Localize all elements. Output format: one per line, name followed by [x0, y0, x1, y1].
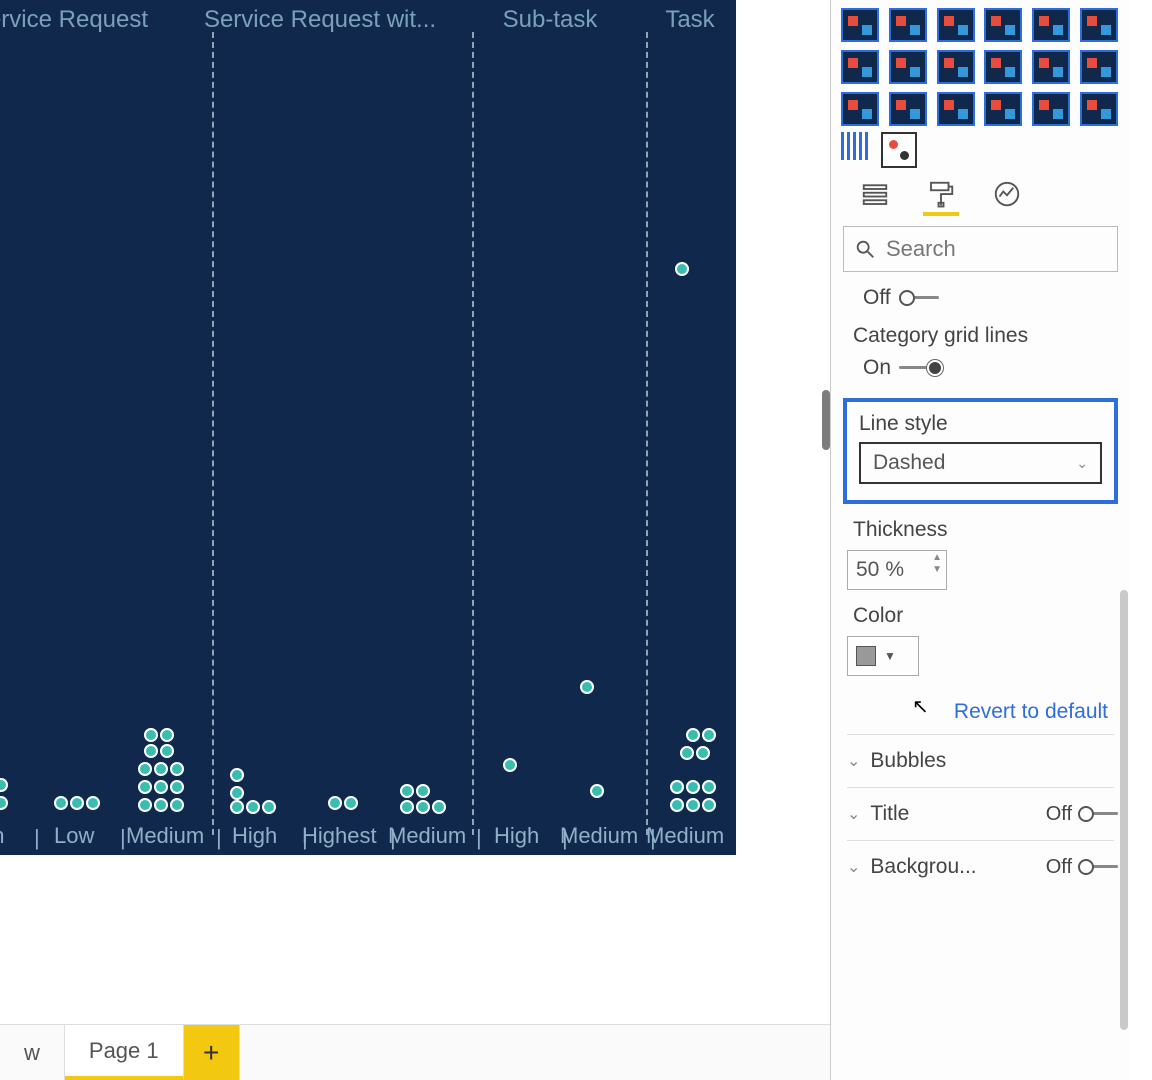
viz-type-thumb[interactable] [984, 8, 1022, 42]
thickness-label: Thickness [853, 518, 1114, 542]
toggle-switch[interactable] [899, 288, 943, 308]
search-placeholder: Search [886, 236, 956, 262]
x-axis-label: Medium [646, 823, 724, 849]
x-axis-label: Highest [302, 823, 377, 849]
format-search-input[interactable]: Search [843, 226, 1118, 272]
toggle-label: Off [1046, 856, 1072, 879]
column-header: Service Request [0, 6, 190, 34]
color-label: Color [853, 604, 1114, 628]
column-header: Sub-task [470, 6, 630, 34]
viz-type-thumb[interactable] [937, 8, 975, 42]
x-axis-label: Medium [388, 823, 466, 849]
viz-type-thumb[interactable] [841, 8, 879, 42]
viz-type-thumb[interactable] [841, 92, 879, 126]
column-header: Service Request wit... [190, 6, 450, 34]
thickness-value: 50 [856, 558, 879, 582]
title-toggle[interactable] [1078, 804, 1114, 824]
viz-type-thumb[interactable] [1032, 92, 1070, 126]
x-axis-label: gh [0, 823, 4, 849]
spinner-icon[interactable]: ▲▼ [932, 553, 942, 575]
section-title: Title [870, 802, 909, 826]
report-canvas[interactable]: Service Request Service Request wit... S… [0, 0, 830, 855]
chevron-down-icon: ▼ [884, 649, 896, 663]
viz-type-thumb[interactable] [889, 92, 927, 126]
section-title: Bubbles [870, 749, 946, 773]
viz-type-thumb[interactable] [841, 132, 871, 160]
title-section[interactable]: ⌄ Title Off [847, 787, 1114, 840]
chevron-down-icon: ⌄ [847, 804, 860, 824]
fields-icon [860, 179, 890, 209]
section-title: Backgrou... [870, 855, 976, 879]
x-axis-label: High [494, 823, 539, 849]
color-swatch [856, 646, 876, 666]
viz-type-thumb[interactable] [1032, 50, 1070, 84]
chevron-down-icon: ⌄ [847, 857, 860, 877]
viz-type-thumb[interactable] [937, 50, 975, 84]
line-style-value: Dashed [873, 451, 945, 475]
viz-type-thumb[interactable] [984, 92, 1022, 126]
viz-type-thumb[interactable] [1080, 50, 1118, 84]
visualization-gallery [831, 0, 1130, 130]
fields-tab[interactable] [857, 176, 893, 216]
page-tab-partial[interactable]: w [0, 1025, 65, 1080]
paint-roller-icon [926, 179, 956, 209]
viz-type-thumb[interactable] [1032, 8, 1070, 42]
x-axis-label: High [232, 823, 277, 849]
page-tab-page1[interactable]: Page 1 [65, 1025, 184, 1080]
viz-type-thumb[interactable] [1080, 8, 1118, 42]
visualizations-pane: Search Off Category grid lines On Line s… [830, 0, 1130, 1080]
format-tab[interactable] [923, 176, 959, 216]
x-axis-label: Low [54, 823, 94, 849]
viz-type-thumb[interactable] [841, 50, 879, 84]
revert-to-default-link[interactable]: Revert to default [847, 700, 1108, 724]
analytics-tab[interactable] [989, 176, 1025, 216]
scatter-visual[interactable]: Service Request Service Request wit... S… [0, 0, 736, 855]
add-page-button[interactable]: + [184, 1025, 240, 1080]
color-picker[interactable]: ▼ [847, 636, 919, 676]
toggle-label: On [863, 356, 891, 380]
category-grid-toggle[interactable] [899, 358, 943, 378]
thickness-unit: % [885, 558, 904, 582]
page-tabs: w Page 1 + [0, 1024, 830, 1080]
column-header: Task [640, 6, 740, 34]
viz-type-thumb[interactable] [984, 50, 1022, 84]
x-axis-label: Medium [560, 823, 638, 849]
bubbles-section[interactable]: ⌄ Bubbles [847, 734, 1114, 787]
viz-type-thumb[interactable] [1080, 92, 1118, 126]
search-icon [854, 238, 876, 260]
viz-type-thumb[interactable] [889, 8, 927, 42]
line-style-label: Line style [859, 412, 1102, 436]
x-axis-label: Medium [126, 823, 204, 849]
thickness-input[interactable]: 50 % ▲▼ [847, 550, 947, 590]
viz-type-thumb[interactable] [889, 50, 927, 84]
analytics-icon [992, 179, 1022, 209]
panel-scrollbar[interactable] [1120, 590, 1128, 1030]
toggle-label: Off [1046, 803, 1072, 826]
background-section[interactable]: ⌄ Backgrou... Off [847, 840, 1114, 893]
category-grid-lines-label: Category grid lines [853, 324, 1114, 348]
line-style-select[interactable]: Dashed ⌄ [859, 442, 1102, 484]
chevron-down-icon: ⌄ [1076, 455, 1088, 472]
viz-type-thumb[interactable] [937, 92, 975, 126]
viz-type-thumb[interactable] [881, 132, 917, 168]
chevron-down-icon: ⌄ [847, 751, 860, 771]
toggle-label: Off [863, 286, 891, 310]
background-toggle[interactable] [1078, 857, 1114, 877]
line-style-highlight: Line style Dashed ⌄ [843, 398, 1118, 504]
visual-scrollbar[interactable] [822, 390, 830, 450]
